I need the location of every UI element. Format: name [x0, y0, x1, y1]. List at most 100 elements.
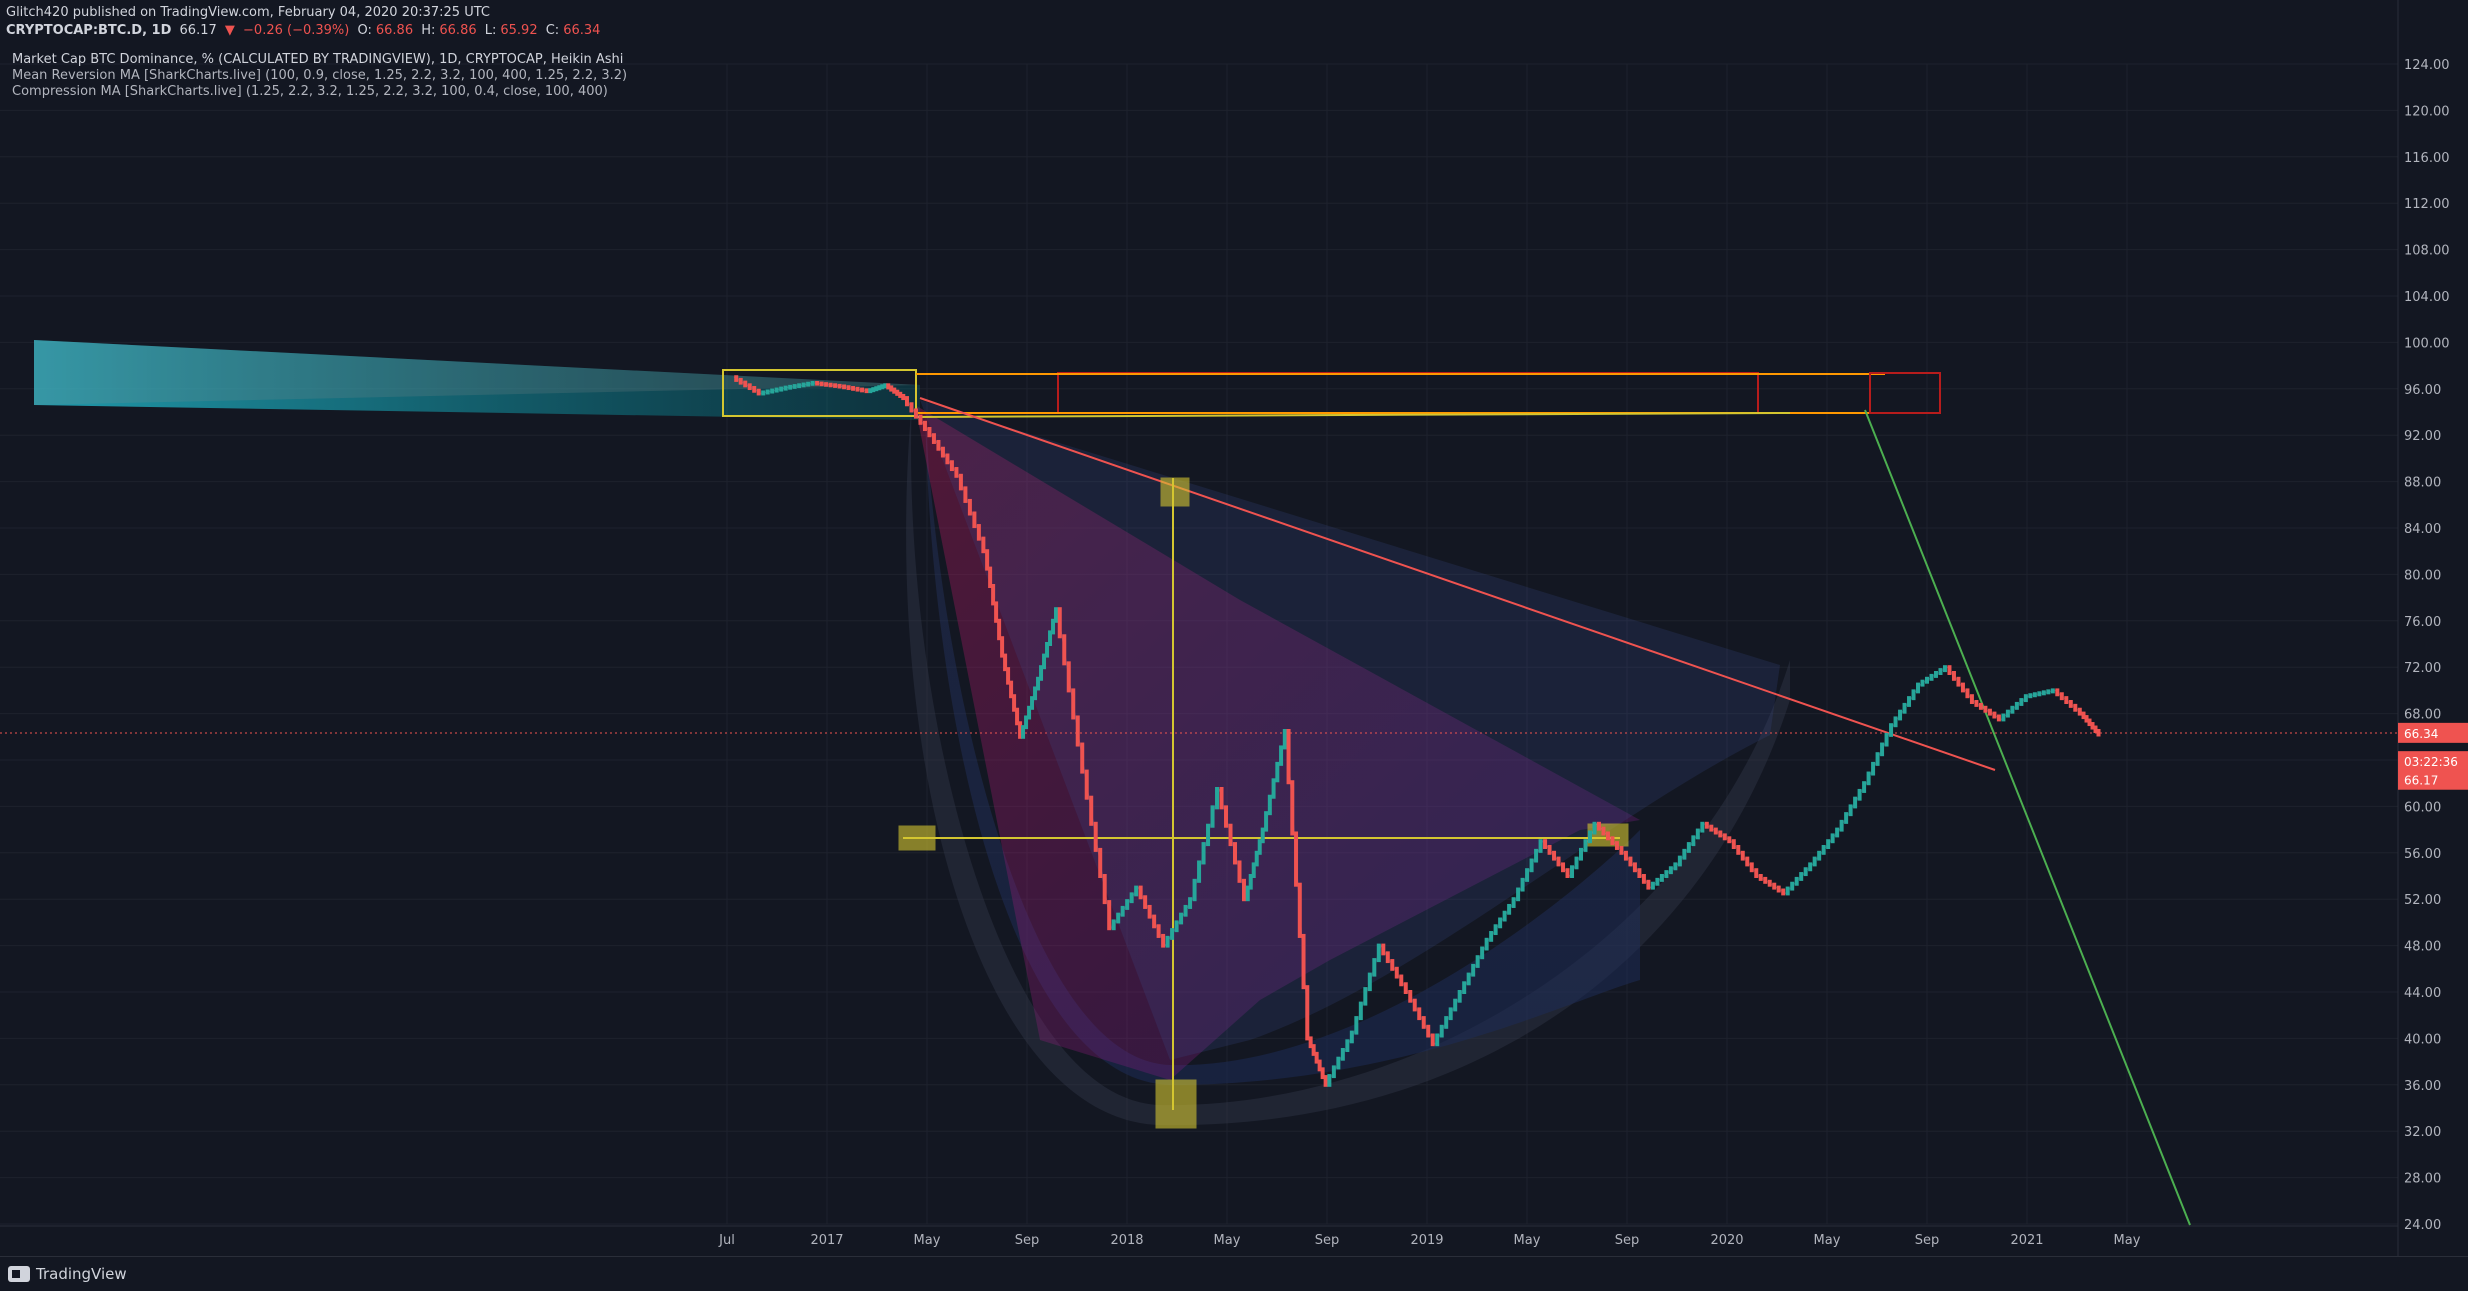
- candle: [1206, 823, 1211, 847]
- candle: [1098, 847, 1103, 878]
- candle: [1664, 870, 1669, 878]
- candle: [1120, 905, 1125, 917]
- candle: [1116, 912, 1121, 924]
- x-tick-label: May: [1214, 1233, 1241, 1248]
- candle: [1502, 910, 1507, 922]
- baseline-band: [1057, 372, 1759, 414]
- tradingview-brand[interactable]: TradingView: [8, 1265, 127, 1283]
- candle: [842, 384, 847, 390]
- candle: [1498, 917, 1503, 929]
- close-value: 66.34: [563, 23, 601, 38]
- tradingview-logo-icon: [8, 1266, 30, 1282]
- candle: [1188, 897, 1193, 909]
- candle: [963, 486, 968, 503]
- y-tick-label: 36.00: [2404, 1079, 2441, 1094]
- candle: [958, 473, 963, 491]
- candle: [1358, 1001, 1363, 1021]
- y-tick-label: 124.00: [2404, 58, 2450, 73]
- candle: [1543, 839, 1548, 849]
- y-tick-label: 104.00: [2404, 290, 2450, 305]
- change-down-icon: ▼: [224, 23, 235, 38]
- candle: [1466, 972, 1471, 986]
- y-tick-label: 28.00: [2404, 1172, 2441, 1187]
- candle: [967, 498, 972, 516]
- candle: [1057, 607, 1062, 639]
- candle: [1233, 842, 1238, 865]
- candle: [1462, 981, 1467, 994]
- candle: [901, 393, 906, 401]
- focal-square-left: [898, 825, 936, 851]
- x-tick-label: 2018: [1110, 1233, 1143, 1248]
- candle: [1327, 1074, 1332, 1087]
- chart-decorations: [0, 340, 2398, 1226]
- candle: [1093, 821, 1098, 852]
- legend-compression[interactable]: Compression MA [SharkCharts.live] (1.25,…: [12, 84, 627, 100]
- candle: [1444, 1016, 1449, 1029]
- candle: [2059, 692, 2064, 701]
- candle: [1084, 769, 1089, 800]
- candle: [2064, 696, 2069, 704]
- y-tick-label: 72.00: [2404, 661, 2441, 676]
- candle: [1381, 943, 1386, 956]
- candle: [1228, 823, 1233, 847]
- y-tick-label: 76.00: [2404, 615, 2441, 630]
- candle: [913, 408, 918, 419]
- tradingview-brand-text: TradingView: [36, 1265, 127, 1283]
- candle: [1448, 1007, 1453, 1021]
- candle: [1835, 827, 1840, 838]
- candle: [1179, 912, 1184, 925]
- candle: [1767, 879, 1772, 887]
- candle: [1349, 1030, 1354, 1044]
- candle: [1363, 987, 1368, 1006]
- candle: [1898, 709, 1903, 721]
- candle: [810, 381, 815, 386]
- y-tick-label: 60.00: [2404, 800, 2441, 815]
- candle: [1700, 821, 1705, 833]
- legend-main-series[interactable]: Market Cap BTC Dominance, % (CALCULATED …: [12, 52, 627, 68]
- candle: [801, 382, 806, 388]
- candle: [1916, 682, 1921, 694]
- indicator-legend[interactable]: Market Cap BTC Dominance, % (CALCULATED …: [12, 52, 627, 100]
- candle: [1290, 780, 1295, 836]
- candle: [976, 524, 981, 541]
- candle: [1075, 715, 1080, 747]
- candle: [1471, 963, 1476, 977]
- symbol-name[interactable]: CRYPTOCAP:BTC.D, 1D: [6, 23, 171, 38]
- candle: [2050, 688, 2055, 694]
- candle: [1956, 676, 1961, 687]
- chart-canvas[interactable]: 124.00 120.00 116.00 112.00 108.00 104.00 100.…: [0, 0, 2468, 1290]
- price-tag-label: 66.34: [2404, 727, 2438, 741]
- legend-mean-reversion[interactable]: Mean Reversion MA [SharkCharts.live] (10…: [12, 68, 627, 84]
- candle: [1947, 665, 1952, 675]
- candle: [1893, 716, 1898, 728]
- candle: [761, 390, 766, 396]
- candle: [1880, 742, 1885, 757]
- candle: [1331, 1065, 1336, 1079]
- candle: [954, 467, 959, 478]
- candle: [1183, 904, 1188, 917]
- candle: [1785, 886, 1790, 896]
- candle: [2037, 691, 2042, 697]
- candle: [1107, 900, 1112, 931]
- candle: [1853, 796, 1858, 809]
- y-tick-label: 88.00: [2404, 476, 2441, 491]
- candle: [1740, 850, 1745, 861]
- candle: [2023, 694, 2028, 703]
- candle: [1237, 860, 1242, 883]
- candle: [806, 381, 811, 387]
- candle: [1390, 959, 1395, 971]
- high-label: H:: [421, 23, 436, 38]
- candle: [931, 433, 936, 444]
- y-tick-label: 68.00: [2404, 708, 2441, 723]
- x-tick-label: 2019: [1410, 1233, 1443, 1248]
- candle: [1493, 924, 1498, 936]
- candle: [851, 386, 856, 391]
- candle: [1143, 895, 1148, 909]
- candle: [1839, 819, 1844, 832]
- candle: [1974, 700, 1979, 707]
- candle: [1614, 841, 1619, 850]
- candle: [1282, 729, 1287, 750]
- candle: [1399, 974, 1404, 987]
- candle: [1628, 856, 1633, 867]
- candle: [1156, 924, 1161, 938]
